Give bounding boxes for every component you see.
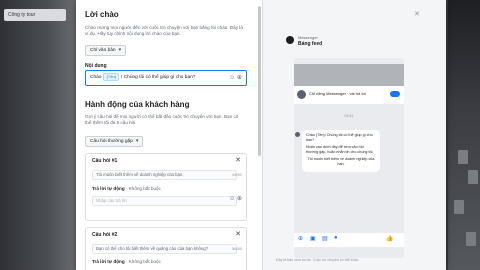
close-icon[interactable]: ✕	[235, 230, 241, 238]
preview-platform: Messenger	[298, 35, 318, 40]
auto-reply-label: Trả lời tự động · Không bắt buộc	[92, 186, 161, 191]
like-icon[interactable]: 👍	[386, 235, 393, 242]
plus-icon[interactable]: ⊕	[298, 235, 303, 242]
cover-image	[294, 64, 404, 86]
customer-actions-description: Gợi ý câu hỏi để mọi người có thể bắt đầ…	[85, 114, 239, 125]
chevron-down-icon: ▾	[135, 138, 139, 144]
chat-name: Chỉ riêng Messenger · vài trả lời	[309, 91, 366, 96]
reply-field-icons: ☺ ⊕	[229, 195, 242, 202]
header-actions: ✕	[414, 10, 424, 18]
faq-card-title: Câu hỏi #2	[92, 232, 118, 238]
messenger-preview: Chỉ riêng Messenger · vài trả lời 09:41 …	[294, 58, 404, 258]
greeting-bubble: Chào {Tên}! Chúng tôi có thể giúp gì cho…	[295, 130, 380, 172]
background-thumbnail	[458, 150, 468, 164]
optional-text: · Không bắt buộc	[125, 186, 161, 191]
faq-card: Câu hỏi #1 ✕ Tôi muốn biết thêm về doanh…	[85, 153, 247, 221]
browser-tab[interactable]: Công ty tour	[4, 9, 66, 21]
actions-type-value: Câu hỏi thường gặp	[90, 139, 133, 144]
greeting-field-label: Nội dung	[85, 63, 107, 69]
preview-footer: Đây là bản xem trước. Cuộc trò chuyện có…	[276, 258, 360, 262]
optional-text: · Không bắt buộc	[125, 259, 161, 264]
greeting-title: Lời chào	[85, 10, 119, 19]
avatar	[295, 132, 300, 137]
auto-reply-text: Trả lời tự động	[92, 186, 125, 191]
close-icon[interactable]: ✕	[235, 156, 241, 164]
actions-type-dropdown[interactable]: Câu hỏi thường gặp ▾	[85, 136, 144, 147]
background-desktop-left: Công ty tour	[0, 0, 78, 270]
editor-panel: Lời chào Chào mừng mọi người đến với cuộ…	[76, 0, 263, 270]
image-icon[interactable]: ▤	[322, 235, 328, 242]
welcome-message-dialog: Lời chào Chào mừng mọi người đến với cuộ…	[76, 0, 446, 270]
timestamp: 09:41	[344, 114, 354, 118]
greeting-text-suffix: ! Chúng tôi có thể giúp gì cho bạn?	[121, 75, 196, 80]
chat-topbar: Chỉ riêng Messenger · vài trả lời	[294, 86, 404, 104]
greeting-description: Chào mừng mọi người đến với cuộc trò chu…	[85, 25, 243, 36]
faq-card-title: Câu hỏi #1	[92, 158, 118, 164]
mic-icon[interactable]: ●	[334, 235, 338, 241]
bubble-question[interactable]: Tôi muốn biết thêm về doanh nghiệp của b…	[306, 157, 376, 167]
greeting-type-dropdown[interactable]: Chỉ văn bản ▾	[85, 45, 127, 56]
camera-icon[interactable]: ▣	[310, 235, 316, 242]
character-count: 44/80	[231, 172, 242, 177]
background-thumbnail	[468, 170, 478, 184]
auto-reply-input[interactable]: Nhập câu trả lời	[92, 196, 237, 206]
character-count: 56/80	[231, 246, 242, 251]
name-placeholder-chip[interactable]: {Tên}	[103, 73, 120, 81]
close-icon[interactable]: ✕	[414, 11, 424, 18]
auto-reply-label: Trả lời tự động · Không bắt buộc	[92, 259, 161, 264]
background-thumbnail	[466, 232, 476, 246]
emoji-icon[interactable]: ☺	[229, 196, 235, 202]
editor-scrollbar[interactable]	[258, 6, 261, 156]
preview-page-name: Bảng feed	[298, 41, 323, 47]
faq-question-input[interactable]: Bạn có thể cho tôi biết thêm về quảng cá…	[92, 244, 237, 254]
emoji-icon[interactable]: ☺	[229, 75, 235, 81]
chevron-down-icon: ▾	[118, 47, 122, 53]
bubble-body: Nhấn vào dưới đây để xem câu hỏi thường …	[306, 145, 374, 154]
greeting-field-icons: ☺ ⊕	[229, 71, 242, 85]
background-thumbnail	[454, 200, 464, 214]
bubble-greeting: Chào {Tên}! Chúng tôi có thể giúp gì cho…	[306, 133, 373, 142]
personalize-icon[interactable]: ⊕	[237, 196, 242, 202]
auto-reply-text: Trả lời tự động	[92, 259, 125, 264]
customer-actions-title: Hành động của khách hàng	[85, 100, 190, 109]
faq-card: Câu hỏi #2 ✕ Bạn có thể cho tôi biết thê…	[85, 227, 247, 270]
avatar	[297, 90, 306, 99]
faq-question-input[interactable]: Tôi muốn biết thêm về doanh nghiệp của b…	[92, 170, 237, 180]
preview-panel: ✕ Messenger Bảng feed Chỉ riêng Messenge…	[272, 8, 438, 270]
composer-bar: ⊕ ▣ ▤ ● 👍	[294, 233, 404, 247]
greeting-text-field[interactable]: Chào {Tên}! Chúng tôi có thể giúp gì cho …	[85, 70, 247, 86]
page-logo-icon	[286, 36, 294, 44]
preview-header: ✕ Messenger Bảng feed	[272, 8, 430, 56]
greeting-type-value: Chỉ văn bản	[90, 48, 116, 53]
chat-action-button[interactable]	[390, 91, 400, 97]
personalize-icon[interactable]: ⊕	[237, 75, 242, 81]
background-desktop-right	[448, 0, 480, 270]
greeting-text-prefix: Chào	[90, 75, 102, 80]
